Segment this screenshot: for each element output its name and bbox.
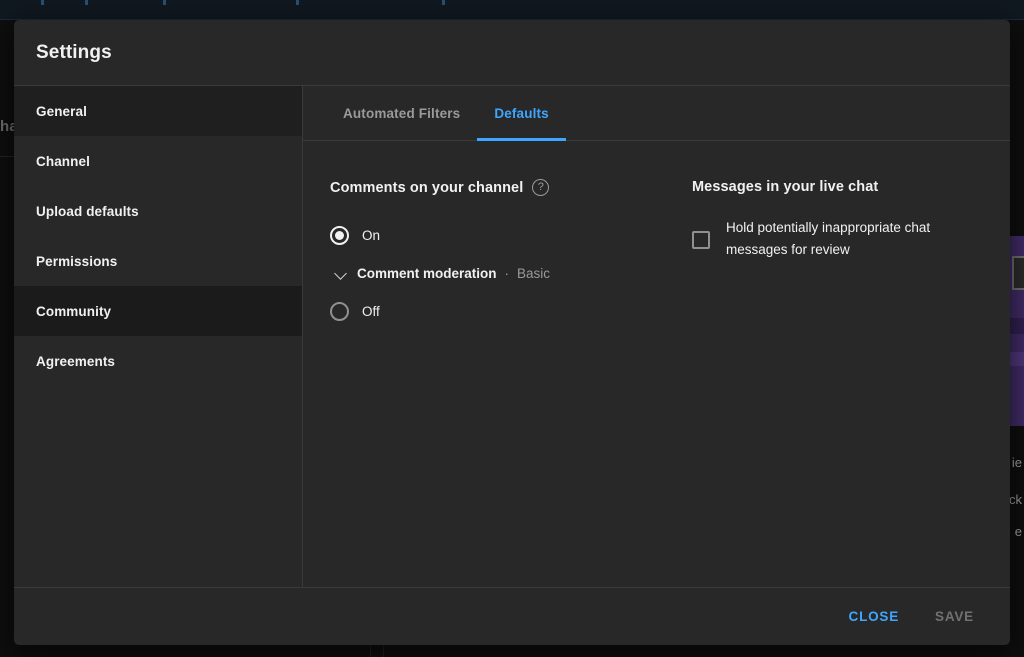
sidebar-item-agreements[interactable]: Agreements	[14, 336, 302, 386]
background-right-text: ck	[1009, 492, 1022, 507]
comments-section: Comments on your channel ? On Comment mo…	[330, 179, 665, 587]
radio-on-indicator	[330, 225, 349, 245]
save-button[interactable]: SAVE	[921, 600, 988, 633]
background-purple-block	[1010, 352, 1024, 366]
background-purple-block	[1010, 318, 1024, 334]
tab-label: Defaults	[494, 106, 549, 121]
radio-on-label: On	[362, 227, 381, 243]
comment-moderation-label: Comment moderation	[357, 265, 497, 281]
sidebar-item-channel[interactable]: Channel	[14, 136, 302, 186]
comment-moderation-row[interactable]: Comment moderation · Basic	[335, 258, 665, 288]
settings-dialog: Settings General Channel Upload defaults…	[14, 20, 1010, 645]
page-root: ha ie ck e Settings General Channel Uplo…	[0, 0, 1024, 657]
background-separator	[383, 645, 384, 657]
close-button[interactable]: CLOSE	[835, 600, 914, 633]
radio-comments-on[interactable]: On	[330, 218, 665, 252]
hold-inappropriate-chat-checkbox[interactable]	[692, 231, 710, 249]
sidebar-item-permissions[interactable]: Permissions	[14, 236, 302, 286]
background-right-text: e	[1014, 524, 1022, 539]
background-purple-block	[1010, 386, 1024, 426]
live-chat-heading-label: Messages in your live chat	[692, 179, 879, 195]
live-chat-heading: Messages in your live chat	[692, 179, 982, 195]
radio-comments-off[interactable]: Off	[330, 294, 665, 328]
settings-content: Automated Filters Defaults Comments on y…	[303, 86, 1010, 587]
topbar-tick	[442, 0, 445, 5]
sidebar-item-label: Channel	[36, 153, 90, 169]
dialog-body: General Channel Upload defaults Permissi…	[14, 86, 1010, 587]
help-glyph: ?	[537, 181, 544, 193]
help-circle-icon[interactable]: ?	[532, 179, 550, 196]
tab-bar: Automated Filters Defaults	[303, 86, 1010, 141]
comment-moderation-value: Basic	[517, 265, 551, 281]
radio-off-indicator	[330, 301, 349, 321]
dialog-footer: CLOSE SAVE	[14, 587, 1010, 645]
page-title: Settings	[36, 41, 112, 63]
hold-inappropriate-chat-label: Hold potentially inappropriate chat mess…	[726, 220, 931, 257]
sidebar-item-upload-defaults[interactable]: Upload defaults	[14, 186, 302, 236]
settings-panel: Comments on your channel ? On Comment mo…	[303, 141, 1010, 587]
background-separator	[370, 645, 371, 657]
background-right-text: ie	[1011, 455, 1022, 470]
tab-defaults[interactable]: Defaults	[477, 86, 567, 141]
tab-label: Automated Filters	[343, 106, 461, 121]
comments-heading-label: Comments on your channel	[330, 179, 524, 196]
live-chat-section: Messages in your live chat Hold potentia…	[665, 179, 982, 587]
sidebar-item-label: Upload defaults	[36, 203, 139, 219]
background-thumbnail	[1012, 256, 1024, 290]
settings-sidebar: General Channel Upload defaults Permissi…	[14, 86, 303, 587]
sidebar-item-label: General	[36, 103, 87, 119]
sidebar-item-label: Community	[36, 303, 112, 319]
background-topbar	[0, 0, 1024, 20]
topbar-tick	[85, 0, 88, 5]
sidebar-item-general[interactable]: General	[14, 86, 302, 136]
sidebar-item-label: Permissions	[36, 253, 118, 269]
dialog-header: Settings	[14, 20, 1010, 86]
topbar-tick	[296, 0, 299, 5]
comment-moderation-separator: ·	[504, 265, 510, 281]
sidebar-item-label: Agreements	[36, 353, 116, 369]
sidebar-item-community[interactable]: Community	[14, 286, 302, 336]
topbar-tick	[41, 0, 44, 5]
chevron-down-icon	[335, 266, 349, 280]
tab-automated-filters[interactable]: Automated Filters	[326, 86, 477, 141]
comments-heading: Comments on your channel ?	[330, 179, 665, 196]
hold-inappropriate-chat-row[interactable]: Hold potentially inappropriate chat mess…	[692, 217, 982, 261]
topbar-tick	[163, 0, 166, 5]
radio-off-label: Off	[362, 303, 380, 319]
